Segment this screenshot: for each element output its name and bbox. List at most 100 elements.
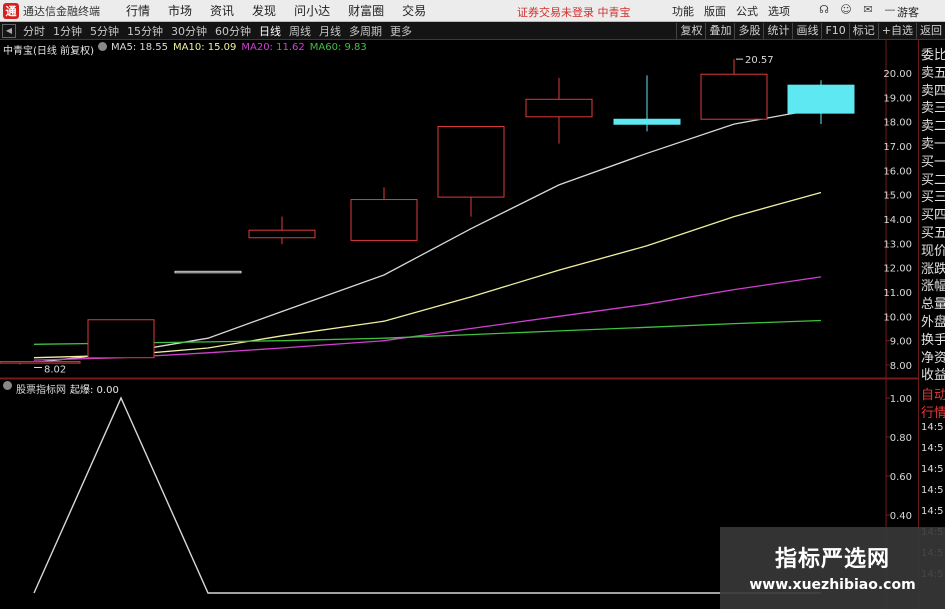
tab-period-5[interactable]: 60分钟 (211, 23, 255, 39)
settings-circle-icon[interactable] (97, 42, 107, 51)
right-menu-item-1[interactable]: 版面 (699, 3, 731, 19)
main-menu: 行情 市场 资讯 发现 问小达 财富圈 交易 (117, 2, 435, 19)
indicator-value: 起爆: 0.00 (70, 385, 119, 396)
indicator-name[interactable]: 股票指标网 (16, 381, 66, 396)
sidebar-item-7[interactable]: 买二 (921, 169, 945, 188)
login-warning[interactable]: 证券交易未登录 中青宝 (517, 4, 631, 20)
menu-item-6[interactable]: 交易 (393, 2, 435, 19)
price-axis-label-8: 12.00 (883, 264, 912, 275)
ma-label-2: MA20: 11.62 (241, 42, 305, 53)
tab-period-3[interactable]: 15分钟 (123, 23, 167, 39)
tool-button-5[interactable]: F10 (821, 23, 848, 39)
menu-item-0[interactable]: 行情 (117, 2, 159, 19)
candle-7[interactable] (613, 75, 681, 132)
sidebar-item-11[interactable]: 现价 (921, 240, 945, 259)
price-axis-label-3: 17.00 (883, 142, 912, 153)
price-axis-label-7: 13.00 (883, 239, 912, 250)
candle-3[interactable] (248, 216, 316, 245)
tab-period-4[interactable]: 30分钟 (167, 23, 211, 39)
sidebar-item-14[interactable]: 总量 (921, 293, 945, 312)
sidebar-item-5[interactable]: 卖一 (921, 133, 945, 152)
tab-period-1[interactable]: 1分钟 (49, 23, 86, 39)
tab-period-8[interactable]: 月线 (315, 23, 345, 39)
tool-button-4[interactable]: 画线 (792, 23, 821, 39)
tab-period-10[interactable]: 更多 (386, 23, 416, 39)
watermark-url: www.xuezhibiao.com (749, 577, 916, 593)
menu-item-4[interactable]: 问小达 (285, 2, 339, 19)
support-icon[interactable]: ☊ (816, 3, 832, 17)
sidebar-item-16[interactable]: 换手 (921, 329, 945, 348)
tool-button-7[interactable]: +自选 (877, 23, 916, 39)
candle-0[interactable] (0, 361, 81, 365)
indicator-settings-icon[interactable] (3, 381, 12, 390)
menu-item-1[interactable]: 市场 (159, 2, 201, 19)
candle-9[interactable] (787, 80, 855, 125)
tool-button-3[interactable]: 统计 (763, 23, 792, 39)
sidebar-bottom-0[interactable]: 自动 (921, 384, 945, 403)
price-axis-label-12: 8.00 (890, 361, 912, 372)
period-tabs: 分时 1分钟 5分钟 15分钟 30分钟 60分钟 日线 周线 月线 多周期 更多 (19, 23, 416, 39)
mail-icon[interactable]: ✉ (860, 3, 876, 17)
sidebar-item-15[interactable]: 外盘 (921, 311, 945, 330)
sidebar-item-3[interactable]: 卖三 (921, 97, 945, 116)
tool-button-8[interactable]: 返回 (916, 23, 945, 39)
chart-tools: 复权 叠加 多股 统计 画线 F10 标记 +自选 返回 (676, 22, 945, 40)
sidebar-time-1: 14:5 (921, 443, 944, 454)
right-menu-item-0[interactable]: 功能 (667, 3, 699, 19)
tab-period-2[interactable]: 5分钟 (86, 23, 123, 39)
watermark-title: 指标严选网 (774, 547, 890, 572)
sidebar-item-4[interactable]: 卖二 (921, 115, 945, 134)
candle-1[interactable] (87, 319, 155, 359)
sidebar-item-17[interactable]: 净资 (921, 347, 945, 366)
right-menu-item-2[interactable]: 公式 (731, 3, 763, 19)
menu-item-3[interactable]: 发现 (243, 2, 285, 19)
kline-chart[interactable]: 20.00 19.00 18.00 17.00 16.00 15.00 14.00 13.00… (0, 40, 918, 609)
sidebar-bottom-1[interactable]: 行情 (921, 402, 945, 421)
price-info-bar: 中青宝(日线 前复权) MA5: 18.55 MA10: 15.09 MA20: 1… (3, 42, 367, 57)
ma-labels: MA5: 18.55 MA10: 15.09 MA20: 11.62 MA60: 9.… (111, 42, 367, 57)
tool-button-2[interactable]: 多股 (734, 23, 763, 39)
candle-2[interactable] (174, 270, 242, 274)
tab-period-6[interactable]: 日线 (255, 23, 285, 39)
sidebar-item-10[interactable]: 买五 (921, 222, 945, 241)
sidebar-item-18[interactable]: 收益 (921, 364, 945, 383)
tab-period-7[interactable]: 周线 (285, 23, 315, 39)
candles (0, 59, 855, 365)
candle-5[interactable] (437, 126, 505, 217)
price-axis-label-2: 18.00 (883, 118, 912, 129)
tab-period-0[interactable]: 分时 (19, 23, 49, 39)
price-axis-label-5: 15.00 (883, 191, 912, 202)
menu-item-5[interactable]: 财富圈 (339, 2, 393, 19)
sidebar-item-12[interactable]: 涨跌 (921, 258, 945, 277)
sidebar-item-9[interactable]: 买四 (921, 204, 945, 223)
tool-button-0[interactable]: 复权 (676, 23, 705, 39)
app-title: 通达信金融终端 (23, 4, 100, 18)
right-menu: 功能 版面 公式 选项 (667, 3, 795, 19)
ind-axis-label-3: 0.40 (890, 511, 912, 522)
menu-item-2[interactable]: 资讯 (201, 2, 243, 19)
minimize-icon[interactable]: — (882, 3, 898, 17)
stock-title[interactable]: 中青宝(日线 前复权) (3, 42, 94, 57)
candle-body-8 (700, 73, 768, 120)
candle-6[interactable] (525, 77, 593, 144)
sidebar-item-0[interactable]: 委比 (921, 44, 945, 63)
guest-label[interactable]: 游客 (897, 4, 919, 20)
collapse-left-icon[interactable]: ◀ (2, 23, 16, 38)
indicator-info-bar: 股票指标网 起爆: 0.00 (3, 381, 119, 396)
sidebar-item-6[interactable]: 买一 (921, 151, 945, 170)
tab-period-9[interactable]: 多周期 (345, 23, 386, 39)
user-icon[interactable]: ☺ (838, 3, 854, 17)
ind-axis-label-0: 1.00 (890, 394, 912, 405)
tool-button-1[interactable]: 叠加 (705, 23, 734, 39)
candle-8[interactable] (700, 59, 768, 120)
sidebar-item-2[interactable]: 卖四 (921, 80, 945, 99)
sidebar-item-13[interactable]: 涨幅 (921, 275, 945, 294)
ma-label-3: MA60: 9.83 (309, 42, 367, 53)
candle-body-2 (174, 270, 242, 274)
right-menu-item-3[interactable]: 选项 (763, 3, 795, 19)
sidebar-item-8[interactable]: 买三 (921, 186, 945, 205)
price-axis-label-0: 20.00 (883, 69, 912, 80)
candle-4[interactable] (350, 187, 418, 241)
sidebar-item-1[interactable]: 卖五 (921, 62, 945, 81)
tool-button-6[interactable]: 标记 (848, 23, 878, 39)
